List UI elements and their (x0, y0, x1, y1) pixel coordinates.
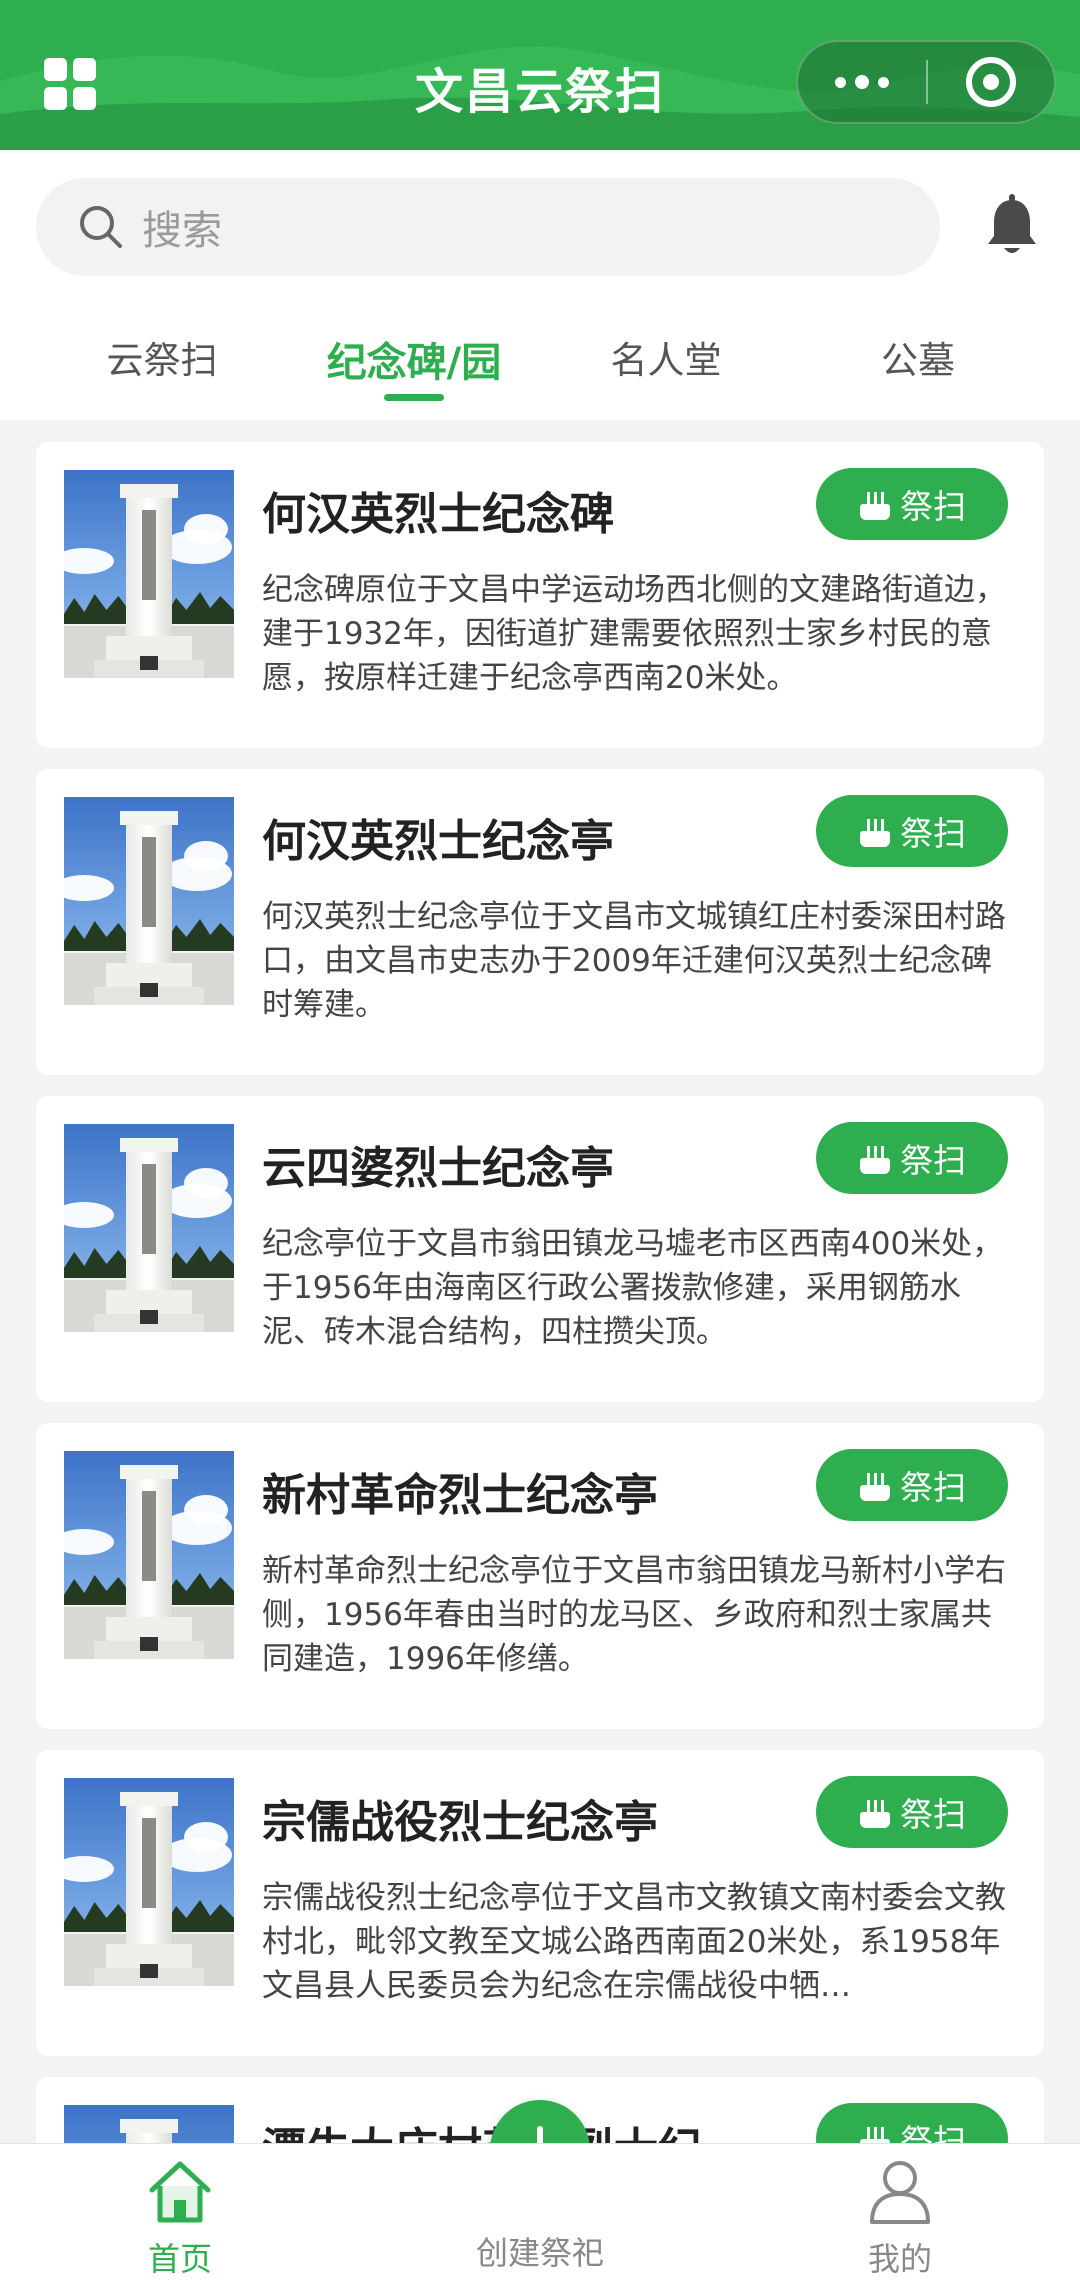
sweep-button-label: 祭扫 (900, 1795, 966, 1834)
monument-title: 新村革命烈士纪念亭 (262, 1470, 658, 1521)
bottom-nav: 首页 创建祭祀 我的 (0, 2143, 1080, 2289)
sweep-button[interactable]: 祭扫 (816, 1122, 1008, 1194)
bell-icon[interactable] (984, 194, 1040, 258)
monument-card[interactable]: 云四婆烈士纪念亭 祭扫纪念亭位于文昌市翁田镇龙马墟老市区西南400米处，于1956… (36, 1096, 1044, 1402)
search-placeholder: 搜索 (142, 208, 222, 254)
monument-photo (64, 1778, 234, 1986)
tab-cemetery[interactable]: 公墓 (798, 330, 1038, 384)
sweep-button[interactable]: 祭扫 (816, 468, 1008, 540)
nav-mine-label: 我的 (867, 2240, 932, 2278)
monument-photo (64, 797, 234, 1005)
monument-card[interactable]: 宗儒战役烈士纪念亭 祭扫宗儒战役烈士纪念亭位于文昌市文教镇文南村委会文教村北，毗邻… (36, 1750, 1044, 2056)
mini-program-capsule (796, 40, 1056, 124)
monument-title: 宗儒战役烈士纪念亭 (262, 1797, 658, 1848)
search-input[interactable]: 搜索 (36, 178, 940, 276)
monument-card[interactable]: 新村革命烈士纪念亭 祭扫新村革命烈士纪念亭位于文昌市翁田镇龙马新村小学右侧，195… (36, 1423, 1044, 1729)
tab-hall-of-fame[interactable]: 名人堂 (546, 330, 786, 384)
tab-label: 公墓 (881, 339, 955, 382)
monument-card[interactable]: 何汉英烈士纪念亭 祭扫何汉英烈士纪念亭位于文昌市文城镇红庄村委深田村路口，由文昌市… (36, 769, 1044, 1075)
tab-label: 纪念碑/园 (326, 340, 502, 386)
tab-label: 云祭扫 (106, 339, 218, 382)
monument-photo (64, 1124, 234, 1332)
tab-label: 名人堂 (610, 339, 722, 382)
monument-description: 纪念亭位于文昌市翁田镇龙马墟老市区西南400米处，于1956年由海南区行政公署拨… (262, 1226, 1004, 1350)
sweep-button[interactable]: 祭扫 (816, 1449, 1008, 1521)
sweep-button[interactable]: 祭扫 (816, 1776, 1008, 1848)
sweep-button-label: 祭扫 (900, 1141, 966, 1180)
user-icon (870, 2161, 930, 2224)
nav-create-label: 创建祭祀 (475, 2234, 604, 2272)
monument-description: 何汉英烈士纪念亭位于文昌市文城镇红庄村委深田村路口，由文昌市史志办于2009年迁… (262, 899, 1006, 1023)
monument-description: 纪念碑原位于文昌中学运动场西北侧的文建路街道边，建于1932年，因街道扩建需要依… (262, 572, 1006, 696)
incense-icon (858, 815, 892, 847)
top-header: 文昌云祭扫 (0, 0, 1080, 150)
tab-monuments[interactable]: 纪念碑/园 (294, 330, 534, 401)
incense-icon (858, 1469, 892, 1501)
monument-photo (64, 1451, 234, 1659)
monument-description: 宗儒战役烈士纪念亭位于文昌市文教镇文南村委会文教村北，毗邻文教至文城公路西南面2… (262, 1880, 1006, 2004)
search-icon (80, 206, 122, 248)
target-icon[interactable] (928, 42, 1054, 122)
nav-mine[interactable]: 我的 (800, 2158, 1000, 2280)
nav-create[interactable]: 创建祭祀 (440, 2228, 640, 2274)
more-dots-icon[interactable] (798, 42, 926, 122)
active-tab-indicator (384, 394, 444, 401)
category-tabs: 云祭扫 纪念碑/园 名人堂 公墓 (0, 330, 1080, 420)
monument-title: 何汉英烈士纪念亭 (262, 816, 614, 867)
monument-title: 云四婆烈士纪念亭 (262, 1143, 614, 1194)
incense-icon (858, 1796, 892, 1828)
sweep-button-label: 祭扫 (900, 487, 966, 526)
sweep-button[interactable]: 祭扫 (816, 795, 1008, 867)
incense-icon (858, 1142, 892, 1174)
monument-card[interactable]: 何汉英烈士纪念碑 祭扫纪念碑原位于文昌中学运动场西北侧的文建路街道边，建于1932… (36, 442, 1044, 748)
nav-home-label: 首页 (147, 2240, 212, 2278)
home-icon (149, 2161, 211, 2223)
incense-icon (858, 488, 892, 520)
monument-photo (64, 470, 234, 678)
nav-home[interactable]: 首页 (80, 2158, 280, 2280)
monument-description: 新村革命烈士纪念亭位于文昌市翁田镇龙马新村小学右侧，1956年春由当时的龙马区、… (262, 1553, 1006, 1677)
sweep-button-label: 祭扫 (900, 1468, 966, 1507)
monument-title: 何汉英烈士纪念碑 (262, 489, 614, 540)
search-and-tabs: 搜索 云祭扫 纪念碑/园 名人堂 公墓 (0, 150, 1080, 420)
sweep-button-label: 祭扫 (900, 814, 966, 853)
tab-cloud-sweep[interactable]: 云祭扫 (42, 330, 282, 384)
